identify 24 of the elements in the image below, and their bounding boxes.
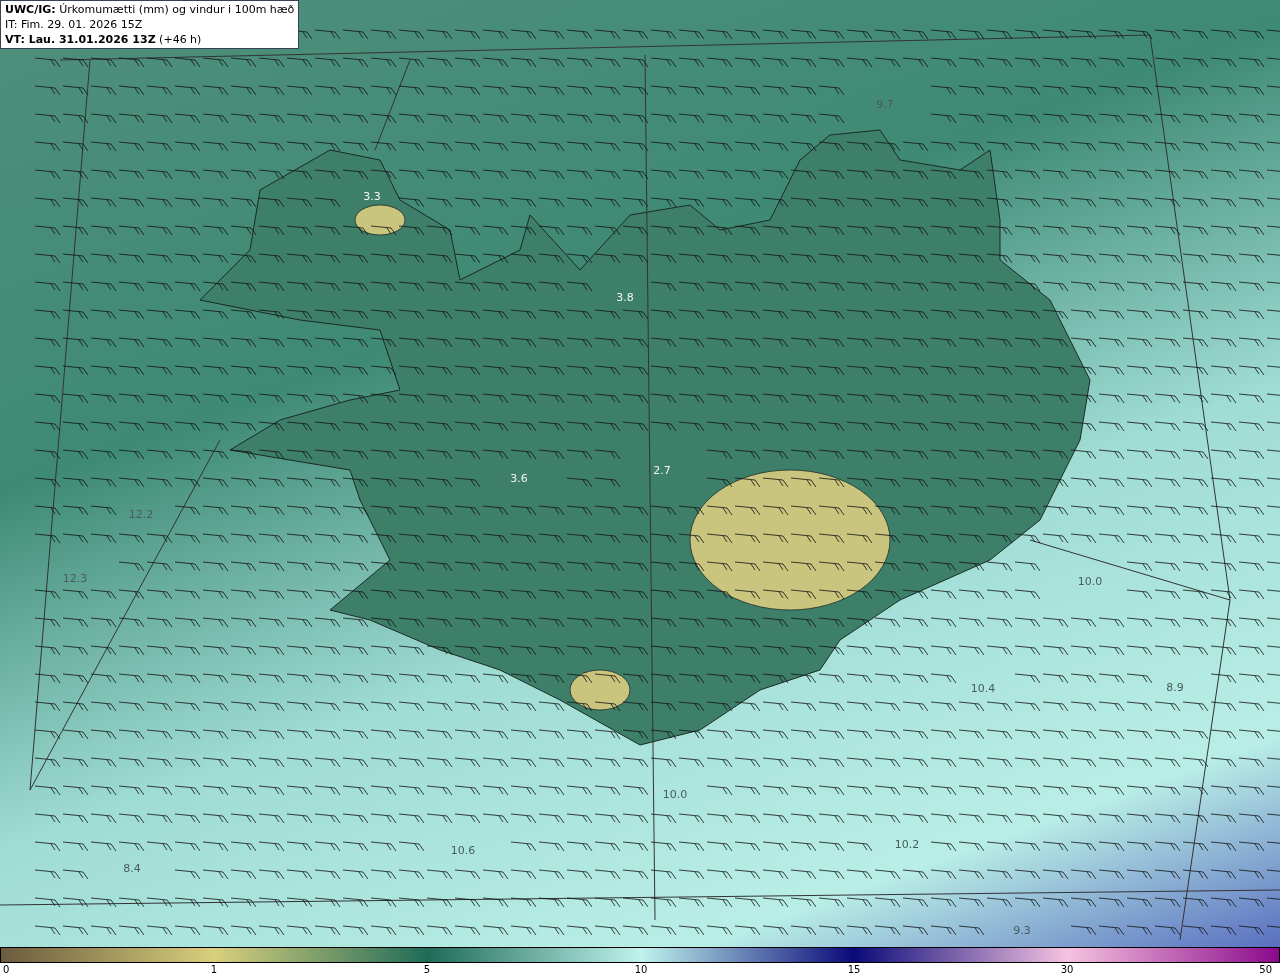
colorbar-tick-label: 10 bbox=[634, 963, 648, 977]
value-label: 10.0 bbox=[662, 788, 688, 801]
title-line: IT: Fim. 29. 01. 2026 15Z bbox=[5, 17, 144, 32]
value-label: 8.9 bbox=[1166, 681, 1184, 694]
value-label: 10.4 bbox=[970, 682, 996, 695]
value-label: 8.4 bbox=[123, 862, 141, 875]
colorbar-tick-label: 30 bbox=[1060, 963, 1074, 977]
value-label: 12.2 bbox=[128, 508, 154, 521]
value-label: 12.3 bbox=[62, 572, 88, 585]
title-line: VT: Lau. 31.01.2026 13Z (+46 h) bbox=[5, 32, 203, 47]
colorbar-tick-label: 50 bbox=[1259, 963, 1272, 977]
value-label: 3.6 bbox=[510, 472, 528, 485]
colorbar-tick-label: 5 bbox=[423, 963, 431, 977]
colorbar-tick-label: 15 bbox=[847, 963, 861, 977]
value-label: 3.3 bbox=[363, 190, 381, 203]
value-label: 10.2 bbox=[894, 838, 920, 851]
colorbar-tick-label: 1 bbox=[210, 963, 218, 977]
title-line: UWC/IG: Úrkomumætti (mm) og vindur i 100m hæð bbox=[5, 2, 295, 17]
value-label: 2.7 bbox=[653, 464, 671, 477]
value-label: 3.8 bbox=[616, 291, 634, 304]
value-label: 9.3 bbox=[1013, 924, 1031, 937]
colorbar-tick-label: 0 bbox=[3, 963, 10, 977]
value-label: 10.6 bbox=[450, 844, 476, 857]
value-label: 10.0 bbox=[1077, 575, 1103, 588]
